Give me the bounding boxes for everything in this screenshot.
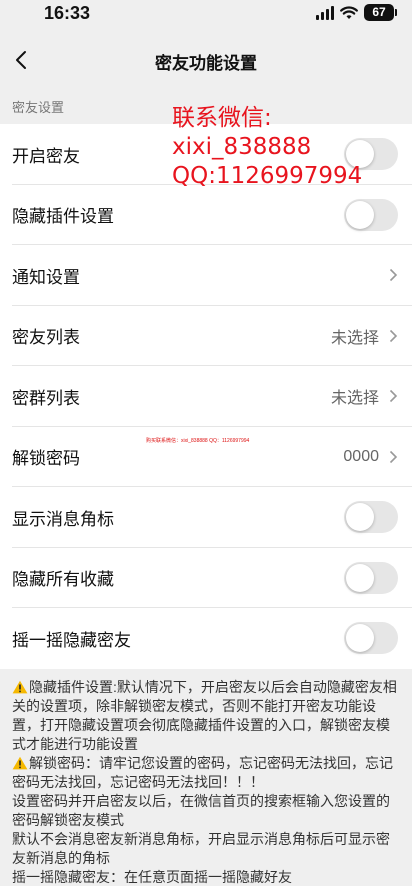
chevron-right-icon xyxy=(389,390,398,403)
hide-plugin-settings-toggle[interactable] xyxy=(344,198,398,231)
row-label: 隐藏插件设置 xyxy=(12,207,114,227)
hide-favorites-toggle[interactable] xyxy=(344,561,398,594)
row-value: 未选择 xyxy=(330,390,379,408)
note-badge: 默认不会消息密友新消息角标，开启显示消息角标后可显示密友新消息的角标 xyxy=(12,830,390,866)
warning-icon xyxy=(12,756,28,769)
row-enable-miyou[interactable]: 开启密友 xyxy=(0,124,412,185)
status-icons: 67 xyxy=(316,4,397,21)
row-miyou-list[interactable]: 密友列表 未选择 xyxy=(0,306,412,367)
row-label: 开启密友 xyxy=(12,146,80,166)
note-unlock-password: 解锁密码：请牢记您设置的密码，忘记密码无法找回，忘记密码无法找回，忘记密码无法找… xyxy=(12,754,393,790)
row-shake-hide[interactable]: 摇一摇隐藏密友 xyxy=(0,608,412,669)
row-group-list[interactable]: 密群列表 未选择 xyxy=(0,366,412,427)
nav-bar: 密友功能设置 xyxy=(0,28,412,92)
wifi-icon xyxy=(340,5,358,19)
row-value: 未选择 xyxy=(330,329,379,347)
settings-list: 开启密友 隐藏插件设置 通知设置 密友列表 未选择 密群列表 未选择 解锁密码 … xyxy=(0,124,412,669)
shake-hide-toggle[interactable] xyxy=(344,622,398,655)
row-label: 通知设置 xyxy=(12,267,80,287)
chevron-right-icon xyxy=(389,269,398,282)
note-shake: 摇一摇隐藏密友：在任意页面摇一摇隐藏好友 xyxy=(12,868,292,885)
row-show-badge[interactable]: 显示消息角标 xyxy=(0,487,412,548)
note-hide-plugin: 隐藏插件设置:默认情况下，开启密友以后会自动隐藏密友相关的设置项，除非解锁密友模… xyxy=(12,678,397,752)
row-label: 隐藏所有收藏 xyxy=(12,570,114,590)
notes-section: 隐藏插件设置:默认情况下，开启密友以后会自动隐藏密友相关的设置项，除非解锁密友模… xyxy=(0,669,412,886)
row-label: 密群列表 xyxy=(12,388,80,408)
warning-icon xyxy=(12,680,28,693)
row-hide-favorites[interactable]: 隐藏所有收藏 xyxy=(0,548,412,609)
show-badge-toggle[interactable] xyxy=(344,501,398,534)
chevron-right-icon xyxy=(389,450,398,463)
tiny-watermark: 购买联系微信：xixi_838888 QQ：1126997994 xyxy=(146,438,250,444)
chevron-right-icon xyxy=(389,329,398,342)
row-notification-settings[interactable]: 通知设置 xyxy=(0,245,412,306)
page-title: 密友功能设置 xyxy=(155,54,257,73)
status-time: 16:33 xyxy=(44,3,91,23)
row-label: 密友列表 xyxy=(12,328,80,348)
battery-icon: 67 xyxy=(364,4,397,21)
row-unlock-password[interactable]: 解锁密码 0000 xyxy=(0,427,412,488)
row-value: 0000 xyxy=(343,447,379,465)
row-label: 摇一摇隐藏密友 xyxy=(12,630,131,650)
row-hide-plugin-settings[interactable]: 隐藏插件设置 xyxy=(0,185,412,246)
signal-icon xyxy=(316,5,334,20)
enable-miyou-toggle[interactable] xyxy=(344,138,398,171)
section-title: 密友设置 xyxy=(12,100,65,115)
status-bar: 16:33 67 xyxy=(0,0,412,28)
row-label: 显示消息角标 xyxy=(12,509,114,529)
row-label: 解锁密码 xyxy=(12,449,80,469)
note-set-password: 设置密码并开启密友以后，在微信首页的搜索框输入您设置的密码解锁密友模式 xyxy=(12,792,390,828)
